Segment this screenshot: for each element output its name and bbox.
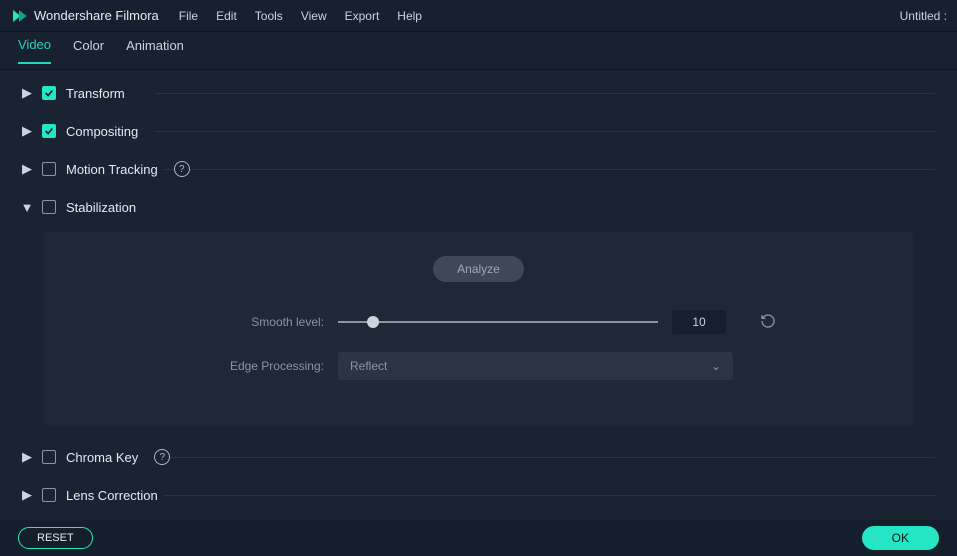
caret-right-icon[interactable]: ▶	[22, 85, 32, 101]
checkbox-motion-tracking[interactable]	[42, 162, 56, 176]
edge-processing-label: Edge Processing:	[74, 359, 324, 373]
section-stabilization[interactable]: ▼ Stabilization	[0, 188, 957, 226]
help-icon[interactable]: ?	[154, 449, 170, 465]
section-label: Motion Tracking	[66, 162, 164, 177]
app-name: Wondershare Filmora	[34, 8, 159, 23]
section-label: Stabilization	[66, 200, 142, 215]
ok-button[interactable]: OK	[862, 526, 939, 550]
smooth-level-slider[interactable]	[338, 321, 658, 323]
analyze-button[interactable]: Analyze	[433, 256, 524, 282]
tab-color[interactable]: Color	[73, 38, 104, 63]
caret-down-icon[interactable]: ▼	[22, 200, 32, 215]
footer-bar: RESET OK	[0, 520, 957, 556]
section-label: Transform	[66, 86, 131, 101]
reset-icon[interactable]	[760, 313, 776, 332]
checkbox-transform[interactable]	[42, 86, 56, 100]
app-logo: Wondershare Filmora	[10, 7, 159, 25]
smooth-level-label: Smooth level:	[74, 315, 324, 329]
checkbox-compositing[interactable]	[42, 124, 56, 138]
stabilization-body: Analyze Smooth level: 10 Edge Processing…	[44, 232, 913, 426]
section-lens-correction[interactable]: ▶ Lens Correction	[0, 476, 957, 514]
document-title: Untitled :	[900, 9, 947, 23]
menu-edit[interactable]: Edit	[216, 9, 237, 23]
reset-button[interactable]: RESET	[18, 527, 93, 549]
select-value: Reflect	[350, 359, 387, 373]
section-transform[interactable]: ▶ Transform	[0, 74, 957, 112]
tab-animation[interactable]: Animation	[126, 38, 184, 63]
smooth-level-value[interactable]: 10	[672, 310, 726, 334]
chevron-down-icon: ⌄	[711, 359, 721, 373]
checkbox-chroma-key[interactable]	[42, 450, 56, 464]
properties-panel: ▶ Transform ▶ Compositing ▶ Motion Track…	[0, 70, 957, 520]
help-icon[interactable]: ?	[174, 161, 190, 177]
smooth-level-row: Smooth level: 10	[74, 310, 883, 334]
edge-processing-row: Edge Processing: Reflect ⌄	[74, 352, 883, 380]
caret-right-icon[interactable]: ▶	[22, 161, 32, 177]
menu-view[interactable]: View	[301, 9, 327, 23]
checkbox-stabilization[interactable]	[42, 200, 56, 214]
filmora-logo-icon	[10, 7, 28, 25]
tab-video[interactable]: Video	[18, 37, 51, 64]
section-motion-tracking[interactable]: ▶ Motion Tracking ?	[0, 150, 957, 188]
main-menu: File Edit Tools View Export Help	[179, 9, 422, 23]
section-chroma-key[interactable]: ▶ Chroma Key ?	[0, 438, 957, 476]
section-label: Lens Correction	[66, 488, 164, 503]
edge-processing-select[interactable]: Reflect ⌄	[338, 352, 733, 380]
caret-right-icon[interactable]: ▶	[22, 487, 32, 503]
menu-file[interactable]: File	[179, 9, 198, 23]
checkbox-lens-correction[interactable]	[42, 488, 56, 502]
section-label: Compositing	[66, 124, 144, 139]
menu-tools[interactable]: Tools	[255, 9, 283, 23]
title-bar: Wondershare Filmora File Edit Tools View…	[0, 0, 957, 32]
menu-help[interactable]: Help	[397, 9, 422, 23]
menu-export[interactable]: Export	[345, 9, 380, 23]
property-tabs: Video Color Animation	[0, 32, 957, 70]
caret-right-icon[interactable]: ▶	[22, 123, 32, 139]
section-compositing[interactable]: ▶ Compositing	[0, 112, 957, 150]
caret-right-icon[interactable]: ▶	[22, 449, 32, 465]
section-label: Chroma Key	[66, 450, 144, 465]
slider-thumb[interactable]	[367, 316, 379, 328]
